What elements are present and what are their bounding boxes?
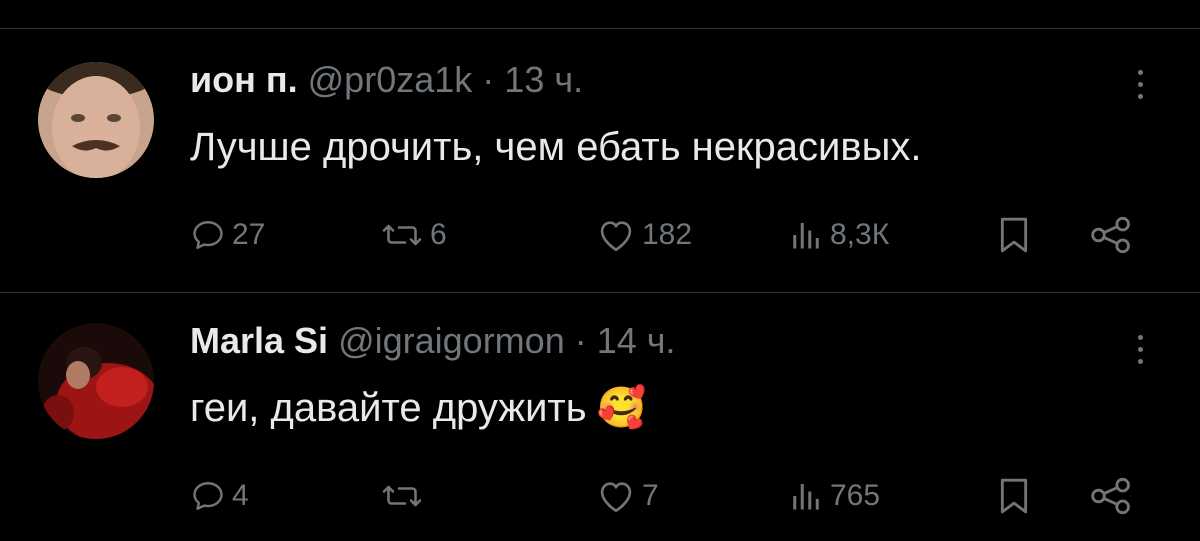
- author-name[interactable]: ион п.: [190, 59, 298, 100]
- avatar-man-mustache-icon: [38, 62, 154, 178]
- share-button[interactable]: [1088, 471, 1134, 521]
- repost-button[interactable]: [380, 471, 430, 521]
- tweet-2[interactable]: Marla Si @igraigormon · 14 ч. геи, давай…: [0, 293, 1200, 541]
- repost-icon: [382, 224, 422, 246]
- repost-count: 6: [430, 218, 447, 251]
- repost-button[interactable]: 6: [380, 210, 447, 260]
- reply-count: 4: [232, 479, 249, 512]
- bookmark-icon: [1000, 478, 1028, 514]
- share-button[interactable]: [1088, 210, 1134, 260]
- tweet-header: ион п. @pr0za1k · 13 ч.: [190, 58, 583, 102]
- author-handle[interactable]: @igraigormon: [338, 320, 565, 361]
- views-button[interactable]: 8,3К: [788, 210, 889, 260]
- reply-button[interactable]: 4: [190, 471, 249, 521]
- like-button[interactable]: 7: [596, 471, 659, 521]
- more-icon[interactable]: [1118, 327, 1162, 371]
- heart-icon: [600, 482, 632, 513]
- views-icon: [793, 484, 819, 510]
- smiling-face-with-hearts-icon: 🥰: [596, 386, 647, 430]
- heart-icon: [600, 221, 632, 252]
- action-bar: 4 7 765: [190, 471, 1150, 521]
- views-count: 8,3К: [830, 218, 890, 251]
- author-name[interactable]: Marla Si: [190, 320, 328, 361]
- tweet-text-content: Лучше дрочить, чем ебать некрасивых.: [190, 125, 922, 169]
- tweet-text: геи, давайте дружить 🥰: [190, 383, 646, 433]
- bookmark-button[interactable]: [994, 210, 1034, 260]
- timestamp[interactable]: 14 ч.: [597, 320, 676, 361]
- separator: ·: [574, 320, 587, 361]
- timestamp[interactable]: 13 ч.: [504, 59, 583, 100]
- bookmark-button[interactable]: [994, 471, 1034, 521]
- bookmark-icon: [1000, 217, 1028, 253]
- avatar[interactable]: [38, 323, 154, 439]
- views-button[interactable]: 765: [788, 471, 880, 521]
- reply-button[interactable]: 27: [190, 210, 265, 260]
- action-bar: 27 6 182 8,3К: [190, 210, 1150, 260]
- tweet-1[interactable]: ион п. @pr0za1k · 13 ч. Лучше дрочить, ч…: [0, 0, 1200, 292]
- reply-icon: [193, 482, 223, 510]
- tweet-text: Лучше дрочить, чем ебать некрасивых.: [190, 122, 921, 172]
- repost-icon: [382, 485, 422, 507]
- avatar-woman-red-icon: [38, 323, 154, 439]
- separator: ·: [482, 59, 495, 100]
- share-icon: [1091, 216, 1130, 254]
- author-handle[interactable]: @pr0za1k: [308, 59, 473, 100]
- views-icon: [793, 223, 819, 249]
- reply-icon: [193, 221, 223, 249]
- tweet-text-content: геи, давайте дружить: [190, 386, 587, 430]
- like-button[interactable]: 182: [596, 210, 692, 260]
- reply-count: 27: [232, 218, 266, 251]
- tweet-header: Marla Si @igraigormon · 14 ч.: [190, 319, 676, 363]
- avatar[interactable]: [38, 62, 154, 178]
- views-count: 765: [830, 479, 881, 512]
- share-icon: [1091, 477, 1130, 515]
- like-count: 7: [642, 479, 659, 512]
- more-icon[interactable]: [1118, 62, 1162, 106]
- like-count: 182: [642, 218, 693, 251]
